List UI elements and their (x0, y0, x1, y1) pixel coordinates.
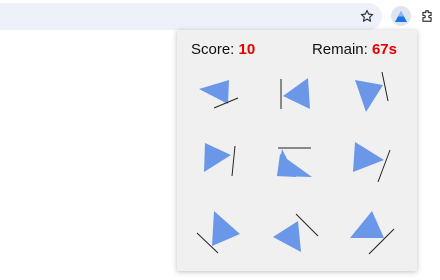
triangle-piece[interactable] (280, 78, 310, 109)
triangle-piece[interactable] (199, 80, 239, 109)
triangle-piece[interactable] (273, 213, 319, 252)
address-bar[interactable] (0, 3, 382, 30)
bookmark-star-icon[interactable] (358, 6, 376, 26)
browser-toolbar (0, 0, 440, 30)
game-hud: Score: 10 Remain: 67s (191, 41, 397, 61)
triangle-piece[interactable] (350, 211, 395, 255)
triangle-piece[interactable] (277, 147, 312, 177)
extension-popup: Score: 10 Remain: 67s (177, 30, 417, 271)
triangle-piece[interactable] (353, 142, 391, 183)
score-label: Score: (191, 41, 235, 58)
triangle-piece[interactable] (355, 71, 389, 112)
score-display: Score: 10 (191, 41, 255, 58)
remain-value: 67s (371, 41, 397, 58)
triangle-piece[interactable] (204, 143, 236, 177)
puzzle-icon[interactable] (418, 6, 436, 26)
remain-label: Remain: (311, 41, 368, 58)
triangle-extension-icon[interactable] (391, 6, 411, 26)
game-board (196, 71, 395, 255)
triangle-piece[interactable] (196, 211, 240, 254)
score-value: 10 (238, 41, 256, 58)
timer-display: Remain: 67s (312, 41, 397, 58)
